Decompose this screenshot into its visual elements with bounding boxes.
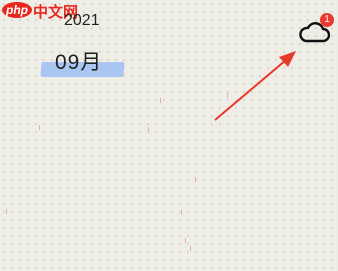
php-logo: php — [2, 2, 32, 18]
year-label: 2021 — [64, 12, 100, 29]
cloud-sync-button[interactable]: 1 — [298, 13, 334, 47]
notification-badge: 1 — [320, 13, 334, 27]
event-tick — [181, 210, 182, 215]
event-tick — [39, 125, 40, 130]
event-tick — [195, 177, 196, 182]
event-tick — [185, 238, 186, 243]
event-tick — [148, 127, 149, 132]
event-tick — [227, 93, 228, 98]
event-tick — [6, 209, 7, 214]
annotation-arrow — [214, 51, 296, 121]
event-tick — [190, 246, 191, 251]
month-label: 09月 — [55, 51, 103, 74]
event-tick — [160, 98, 161, 103]
